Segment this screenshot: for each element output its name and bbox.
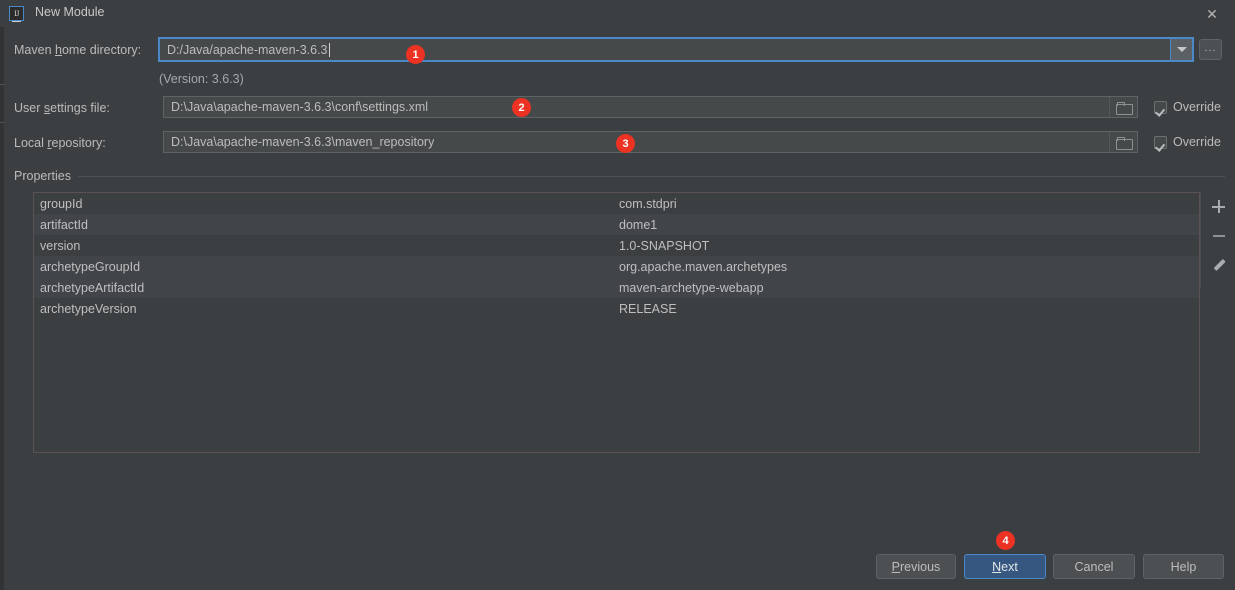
property-key: version [40, 238, 81, 253]
property-key: archetypeVersion [40, 301, 137, 316]
browse-maven-home-button[interactable]: ... [1199, 39, 1222, 60]
properties-table-toolbar [1200, 192, 1235, 288]
window-left-edge [0, 27, 4, 590]
property-key: groupId [40, 196, 83, 211]
property-value: maven-archetype-webapp [619, 280, 764, 295]
plus-icon [1212, 200, 1225, 213]
folder-icon[interactable] [1109, 132, 1137, 152]
local-repository-value: D:\Java\apache-maven-3.6.3\maven_reposit… [171, 135, 435, 149]
property-key: archetypeArtifactId [40, 280, 145, 295]
property-key: artifactId [40, 217, 88, 232]
folder-icon[interactable] [1109, 97, 1137, 117]
properties-group-label: Properties [14, 169, 78, 183]
new-module-dialog: IJ New Module ✕ Maven home directory: D:… [0, 0, 1235, 590]
minus-icon [1212, 234, 1225, 237]
intellij-idea-icon: IJ [9, 6, 24, 22]
pencil-icon [1212, 258, 1226, 272]
edit-property-button[interactable] [1201, 250, 1235, 279]
local-repository-override-row[interactable]: Override [1154, 135, 1221, 149]
text-caret [328, 42, 330, 57]
close-icon[interactable]: ✕ [1203, 5, 1221, 23]
annotation-badge-4: 4 [996, 531, 1015, 550]
title-bar: IJ New Module ✕ [0, 0, 1235, 27]
local-repository-label: Local repository: [14, 136, 106, 150]
properties-table[interactable]: groupId com.stdpri artifactId dome1 vers… [33, 192, 1200, 453]
annotation-badge-2: 2 [512, 98, 531, 117]
chevron-down-icon[interactable] [1170, 39, 1192, 60]
table-row[interactable]: archetypeGroupId org.apache.maven.archet… [34, 256, 1199, 277]
property-value: com.stdpri [619, 196, 677, 211]
user-settings-input[interactable]: D:\Java\apache-maven-3.6.3\conf\settings… [163, 96, 1138, 118]
add-property-button[interactable] [1201, 192, 1235, 221]
window-title: New Module [35, 5, 105, 19]
user-settings-override-checkbox[interactable] [1154, 100, 1167, 114]
table-row[interactable]: archetypeArtifactId maven-archetype-weba… [34, 277, 1199, 298]
local-repository-override-label: Override [1173, 135, 1221, 149]
edge-nub [0, 122, 5, 123]
property-value: org.apache.maven.archetypes [619, 259, 788, 274]
property-value: dome1 [619, 217, 658, 232]
local-repository-override-checkbox[interactable] [1154, 135, 1167, 149]
edge-nub [0, 84, 5, 85]
table-row[interactable]: artifactId dome1 [34, 214, 1199, 235]
user-settings-override-label: Override [1173, 100, 1221, 114]
maven-home-input[interactable]: D:/Java/apache-maven-3.6.3 [158, 37, 1194, 62]
help-button[interactable]: Help [1143, 554, 1224, 579]
maven-version-note: (Version: 3.6.3) [159, 72, 244, 86]
maven-home-value: D:/Java/apache-maven-3.6.3 [167, 42, 328, 57]
local-repository-input[interactable]: D:\Java\apache-maven-3.6.3\maven_reposit… [163, 131, 1138, 153]
property-value: 1.0-SNAPSHOT [619, 238, 710, 253]
user-settings-value: D:\Java\apache-maven-3.6.3\conf\settings… [171, 100, 429, 114]
cancel-button[interactable]: Cancel [1053, 554, 1135, 579]
next-button[interactable]: Next [964, 554, 1046, 579]
table-row[interactable]: archetypeVersion RELEASE [34, 298, 1199, 319]
group-separator [74, 176, 1225, 177]
table-row[interactable]: groupId com.stdpri [34, 193, 1199, 214]
remove-property-button[interactable] [1201, 221, 1235, 250]
maven-home-label: Maven home directory: [14, 43, 142, 57]
property-value: RELEASE [619, 301, 677, 316]
table-row[interactable]: version 1.0-SNAPSHOT [34, 235, 1199, 256]
property-key: archetypeGroupId [40, 259, 141, 274]
annotation-badge-3: 3 [616, 134, 635, 153]
user-settings-label: User settings file: [14, 101, 110, 115]
annotation-badge-1: 1 [406, 45, 425, 64]
user-settings-override-row[interactable]: Override [1154, 100, 1221, 114]
previous-button[interactable]: Previous [876, 554, 956, 579]
